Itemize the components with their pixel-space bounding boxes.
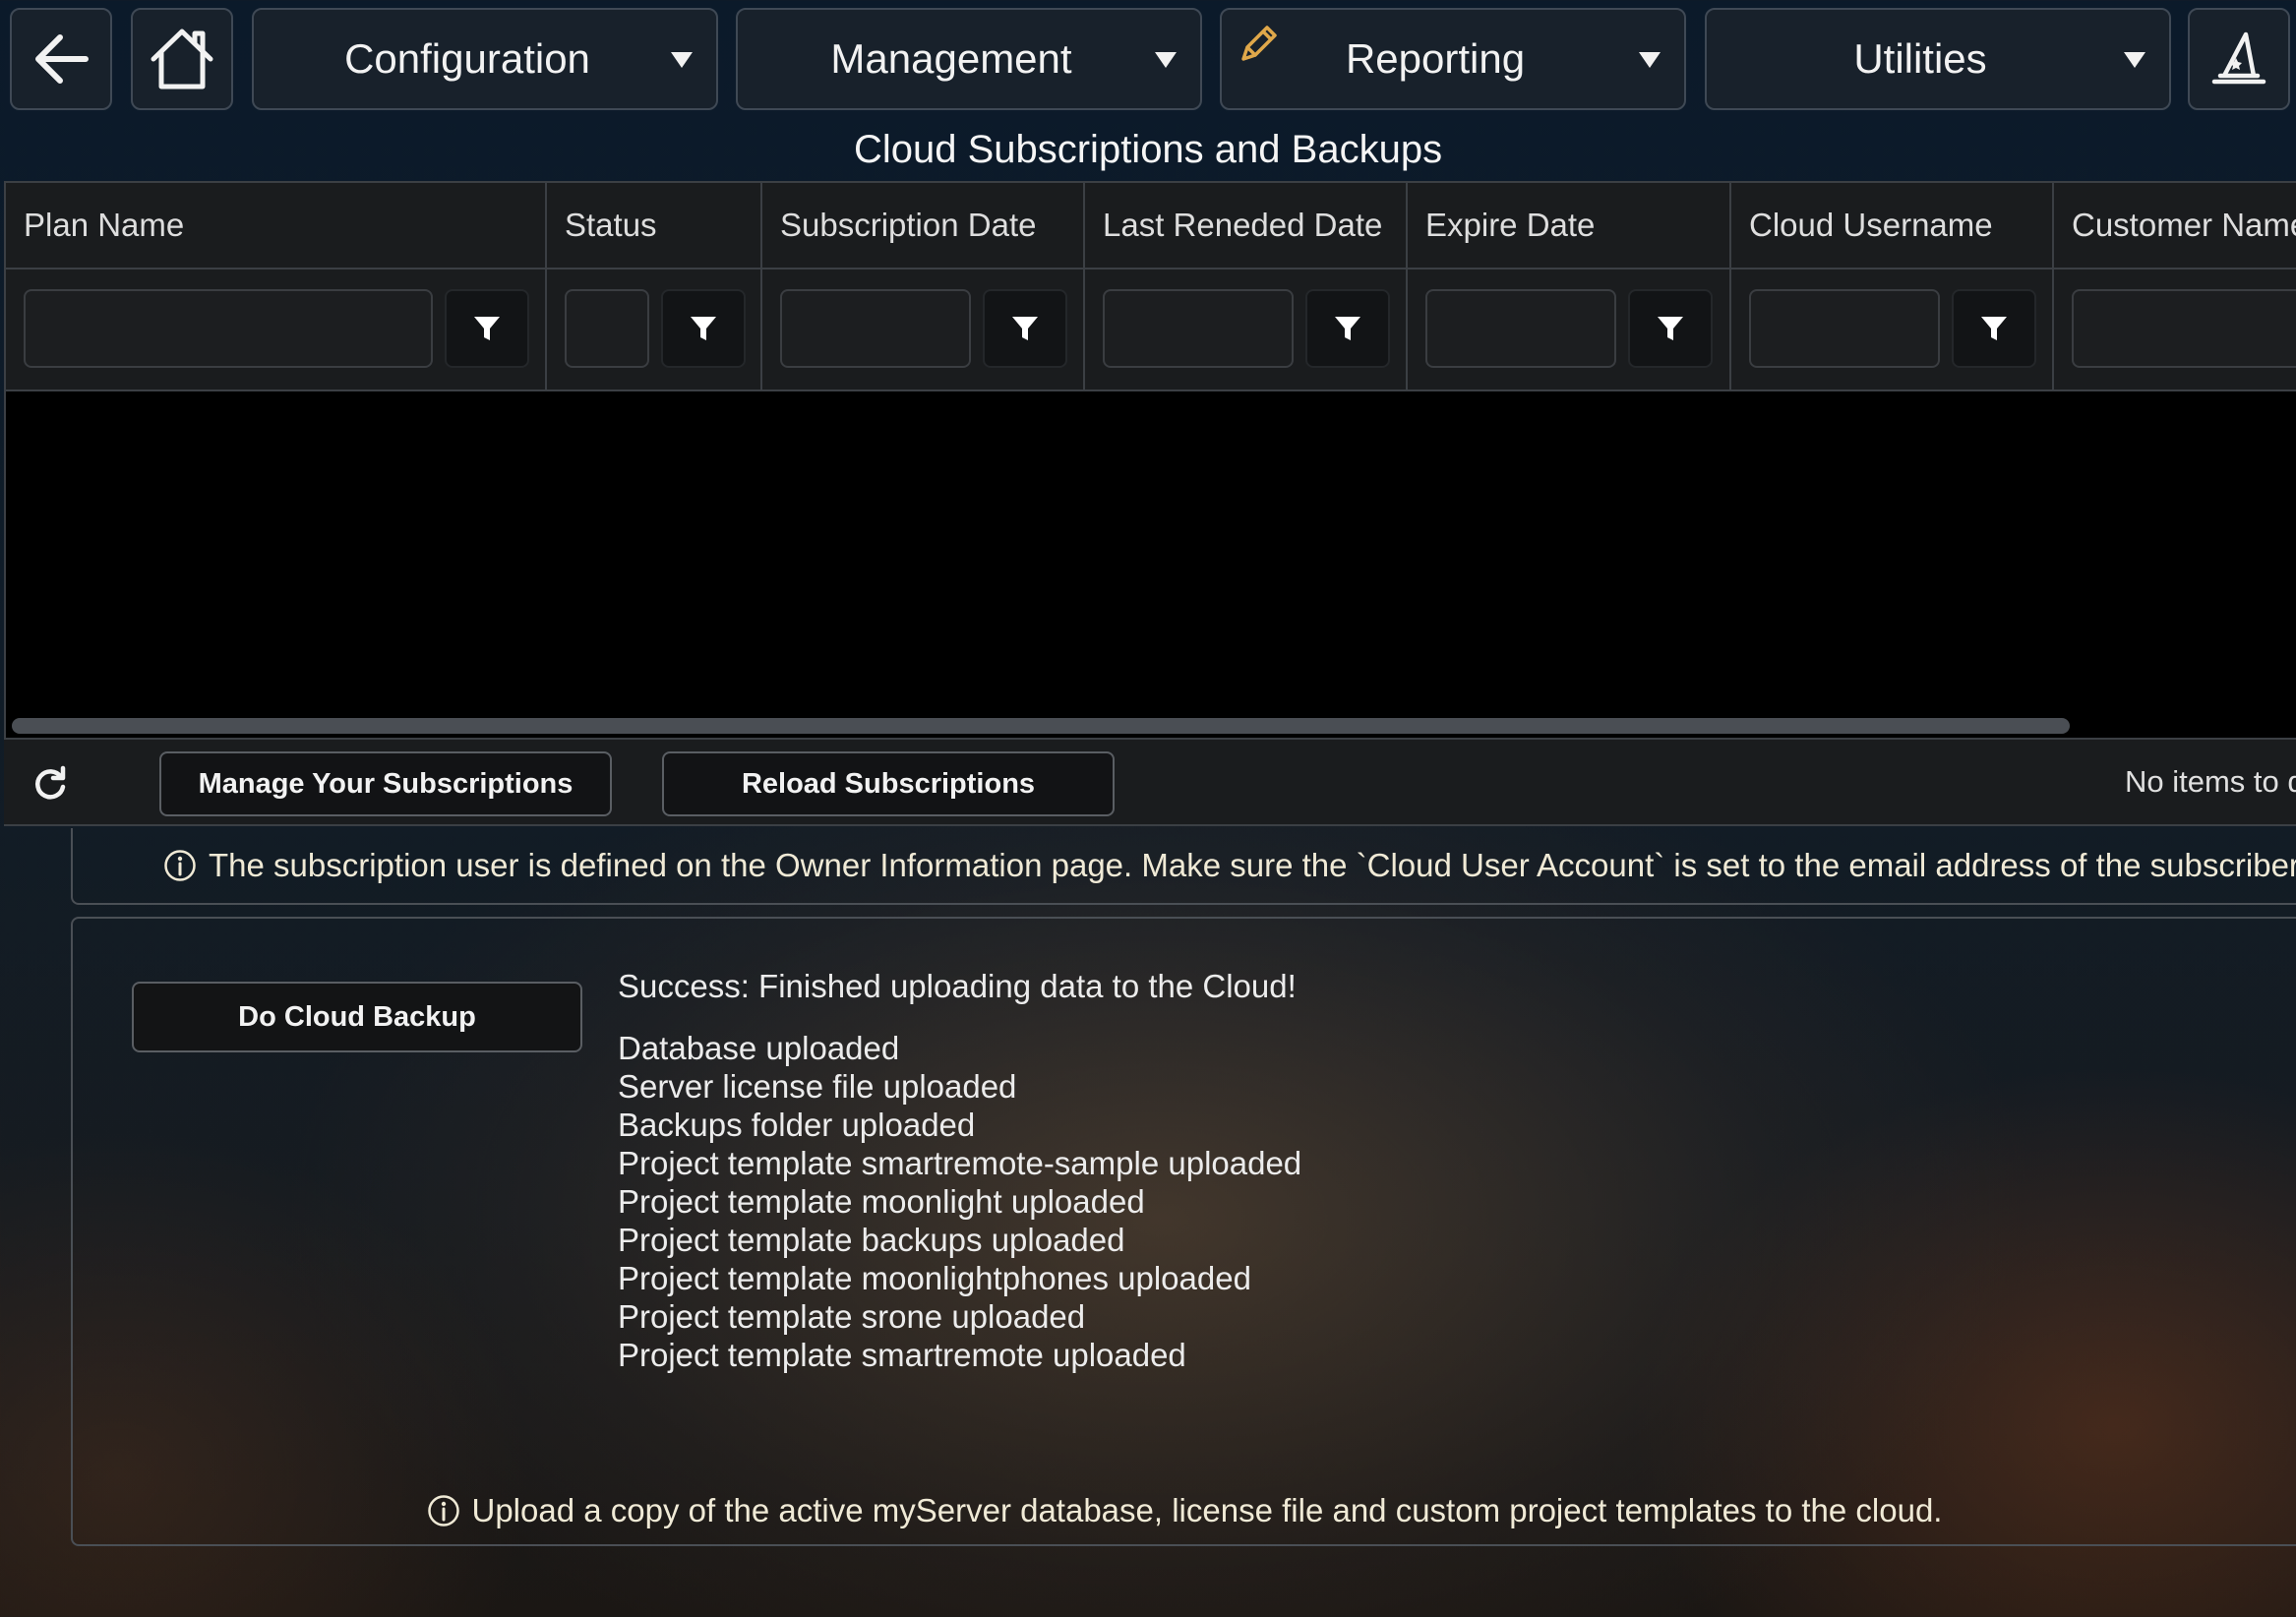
list-item: Backups folder uploaded (618, 1107, 976, 1143)
filter-button-last-reneded-date[interactable] (1305, 289, 1390, 368)
menu-utilities-label: Utilities (1853, 35, 1987, 82)
pager-status-text: No items to d (2125, 764, 2296, 799)
column-header-expire-date[interactable]: Expire Date (1425, 183, 1595, 268)
filter-input-plan-name[interactable] (24, 289, 433, 368)
subscription-info-text: The subscription user is defined on the … (209, 847, 2296, 883)
backup-footer-note: Upload a copy of the active myServer dat… (73, 1489, 2296, 1532)
grid-pager: Manage Your Subscriptions Reload Subscri… (4, 738, 2296, 826)
subscriptions-grid: Plan Name Status Subscription Date Last … (4, 181, 2296, 826)
caret-down-icon (1639, 52, 1661, 68)
wizard-button[interactable] (2188, 8, 2290, 110)
list-item: Project template srone uploaded (618, 1298, 1086, 1335)
menu-reporting-label: Reporting (1345, 35, 1526, 82)
filter-icon (691, 317, 716, 340)
list-item: Database uploaded (618, 1030, 900, 1066)
home-icon (151, 29, 213, 90)
column-header-cloud-username[interactable]: Cloud Username (1749, 183, 1993, 268)
list-item: Server license file uploaded (618, 1068, 1017, 1105)
filter-button-subscription-date[interactable] (983, 289, 1067, 368)
info-circle-icon (164, 850, 196, 881)
backup-footer-text: Upload a copy of the active myServer dat… (471, 1492, 1943, 1528)
menu-management[interactable]: Management (736, 8, 1202, 110)
filter-icon (474, 317, 500, 340)
filter-icon (1981, 317, 2007, 340)
menu-management-label: Management (830, 35, 1072, 82)
caret-down-icon (1155, 52, 1177, 68)
column-last-reneded-date: Last Reneded Date (1085, 183, 1408, 389)
arrow-left-icon (35, 34, 89, 84)
filter-input-subscription-date[interactable] (780, 289, 971, 368)
subscription-info-note: The subscription user is defined on the … (163, 828, 2296, 903)
manage-subscriptions-button[interactable]: Manage Your Subscriptions (159, 751, 612, 816)
list-item: Project template smartremote uploaded (618, 1337, 1186, 1373)
caret-down-icon (671, 52, 693, 68)
subscription-info-panel: The subscription user is defined on the … (71, 828, 2296, 905)
list-item: Project template backups uploaded (618, 1222, 1125, 1258)
refresh-button[interactable] (30, 763, 71, 805)
home-button[interactable] (131, 8, 233, 110)
column-expire-date: Expire Date (1408, 183, 1731, 389)
info-circle-icon (427, 1495, 459, 1527)
column-header-customer-name[interactable]: Customer Name (2072, 183, 2296, 268)
column-subscription-date: Subscription Date (762, 183, 1085, 389)
filter-icon (1335, 317, 1360, 340)
column-header-status[interactable]: Status (565, 183, 657, 268)
filter-input-cloud-username[interactable] (1749, 289, 1940, 368)
do-cloud-backup-button[interactable]: Do Cloud Backup (132, 982, 582, 1052)
pencil-icon (1241, 26, 1277, 61)
filter-button-expire-date[interactable] (1628, 289, 1713, 368)
menu-utilities[interactable]: Utilities (1705, 8, 2171, 110)
column-cloud-username: Cloud Username (1731, 183, 2054, 389)
page-title: Cloud Subscriptions and Backups (853, 128, 1443, 171)
filter-button-plan-name[interactable] (445, 289, 529, 368)
filter-button-cloud-username[interactable] (1952, 289, 2036, 368)
backup-result-list: Database uploaded Server license file up… (618, 1029, 1301, 1374)
filter-input-expire-date[interactable] (1425, 289, 1616, 368)
backup-result-title: Success: Finished uploading data to the … (618, 968, 1297, 1004)
filter-icon (1012, 317, 1038, 340)
column-header-plan-name[interactable]: Plan Name (24, 183, 184, 268)
menu-reporting[interactable]: Reporting (1220, 8, 1686, 110)
column-header-subscription-date[interactable]: Subscription Date (780, 183, 1036, 268)
menu-configuration[interactable]: Configuration (252, 8, 718, 110)
grid-header: Plan Name Status Subscription Date Last … (6, 183, 2296, 391)
column-customer-name: Customer Name (2054, 183, 2296, 389)
column-header-last-reneded-date[interactable]: Last Reneded Date (1103, 183, 1382, 268)
menu-configuration-label: Configuration (344, 35, 590, 82)
caret-down-icon (2124, 52, 2145, 68)
filter-input-customer-name[interactable] (2072, 289, 2296, 368)
column-status: Status (547, 183, 762, 389)
list-item: Project template moonlight uploaded (618, 1183, 1145, 1220)
column-plan-name: Plan Name (6, 183, 547, 389)
wizard-hat-icon (2211, 31, 2266, 85)
horizontal-scrollbar[interactable] (12, 718, 2070, 734)
refresh-icon (35, 765, 66, 800)
filter-icon (1658, 317, 1683, 340)
reload-subscriptions-button[interactable]: Reload Subscriptions (662, 751, 1115, 816)
list-item: Project template moonlightphones uploade… (618, 1260, 1251, 1296)
filter-button-status[interactable] (661, 289, 746, 368)
cloud-backup-panel: Do Cloud Backup Success: Finished upload… (71, 917, 2296, 1546)
list-item: Project template smartremote-sample uplo… (618, 1145, 1302, 1181)
filter-input-last-reneded-date[interactable] (1103, 289, 1294, 368)
back-button[interactable] (10, 8, 112, 110)
filter-input-status[interactable] (565, 289, 649, 368)
